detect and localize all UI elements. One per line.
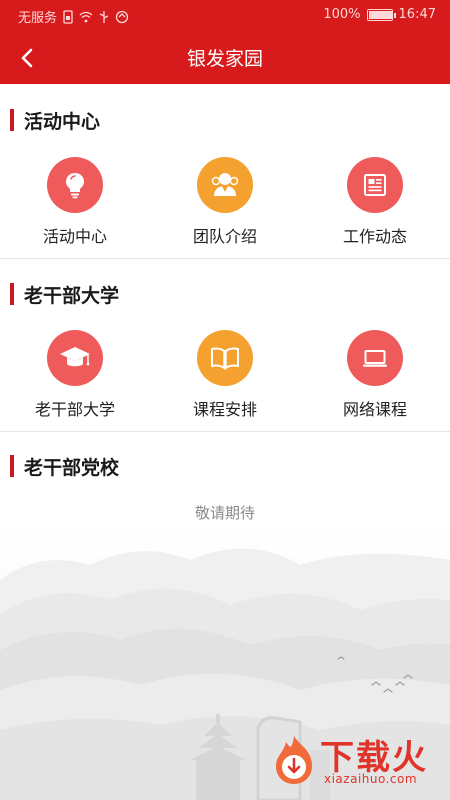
activity-grid: 活动中心 团队介绍 工作动态 — [0, 157, 450, 247]
battery-icon — [366, 8, 396, 21]
app-header: 无服务 100% 16:47 银发家园 — [0, 0, 450, 84]
section-accent-bar — [10, 109, 14, 131]
news-icon — [347, 157, 403, 213]
grid-item-label: 老干部大学 — [34, 400, 115, 419]
usb-icon — [99, 10, 109, 23]
grid-item-course-schedule[interactable]: 课程安排 — [150, 330, 300, 420]
section-title-text: 老干部党校 — [24, 456, 120, 479]
sync-icon — [115, 10, 129, 23]
graduation-cap-icon — [47, 330, 103, 386]
section-title-university: 老干部大学 — [10, 282, 120, 307]
section-title-activity: 活动中心 — [10, 108, 101, 133]
clock: 16:47 — [398, 7, 436, 22]
status-bar: 无服务 100% 16:47 — [0, 0, 450, 32]
page-title: 银发家园 — [186, 48, 263, 70]
lightbulb-icon — [47, 157, 103, 213]
sim-icon — [63, 9, 73, 24]
flame-download-icon — [276, 736, 312, 784]
grid-item-label: 网络课程 — [342, 400, 407, 419]
status-left: 无服务 — [18, 7, 129, 26]
status-right: 100% 16:47 — [323, 7, 436, 22]
team-icon — [197, 157, 253, 213]
grid-item-label: 课程安排 — [192, 400, 257, 419]
grid-item-university[interactable]: 老干部大学 — [0, 330, 150, 420]
section-title-party-school: 老干部党校 — [10, 454, 120, 479]
book-icon — [197, 330, 253, 386]
university-grid: 老干部大学 课程安排 网络课程 — [0, 330, 450, 420]
grid-item-label: 活动中心 — [42, 227, 107, 246]
section-divider — [0, 258, 450, 259]
watermark-domain: xiazaihuo.com — [324, 772, 418, 786]
wifi-icon — [79, 11, 93, 22]
grid-item-work-news[interactable]: 工作动态 — [300, 157, 450, 247]
section-title-text: 老干部大学 — [24, 284, 120, 307]
section-accent-bar — [10, 455, 14, 477]
section-accent-bar — [10, 283, 14, 305]
section-divider — [0, 431, 450, 432]
grid-item-label: 工作动态 — [342, 227, 407, 246]
section-title-text: 活动中心 — [24, 110, 101, 133]
laptop-icon — [347, 330, 403, 386]
nav-bar: 银发家园 — [0, 32, 450, 84]
battery-fill — [368, 10, 392, 19]
grid-item-activity-center[interactable]: 活动中心 — [0, 157, 150, 247]
battery-percent: 100% — [323, 7, 361, 22]
grid-item-label: 团队介绍 — [192, 227, 257, 246]
watermark-logo: 下载火 xiazaihuo.com — [266, 730, 444, 792]
grid-item-online-course[interactable]: 网络课程 — [300, 330, 450, 420]
grid-item-team-intro[interactable]: 团队介绍 — [150, 157, 300, 247]
carrier-text: 无服务 — [18, 11, 58, 26]
